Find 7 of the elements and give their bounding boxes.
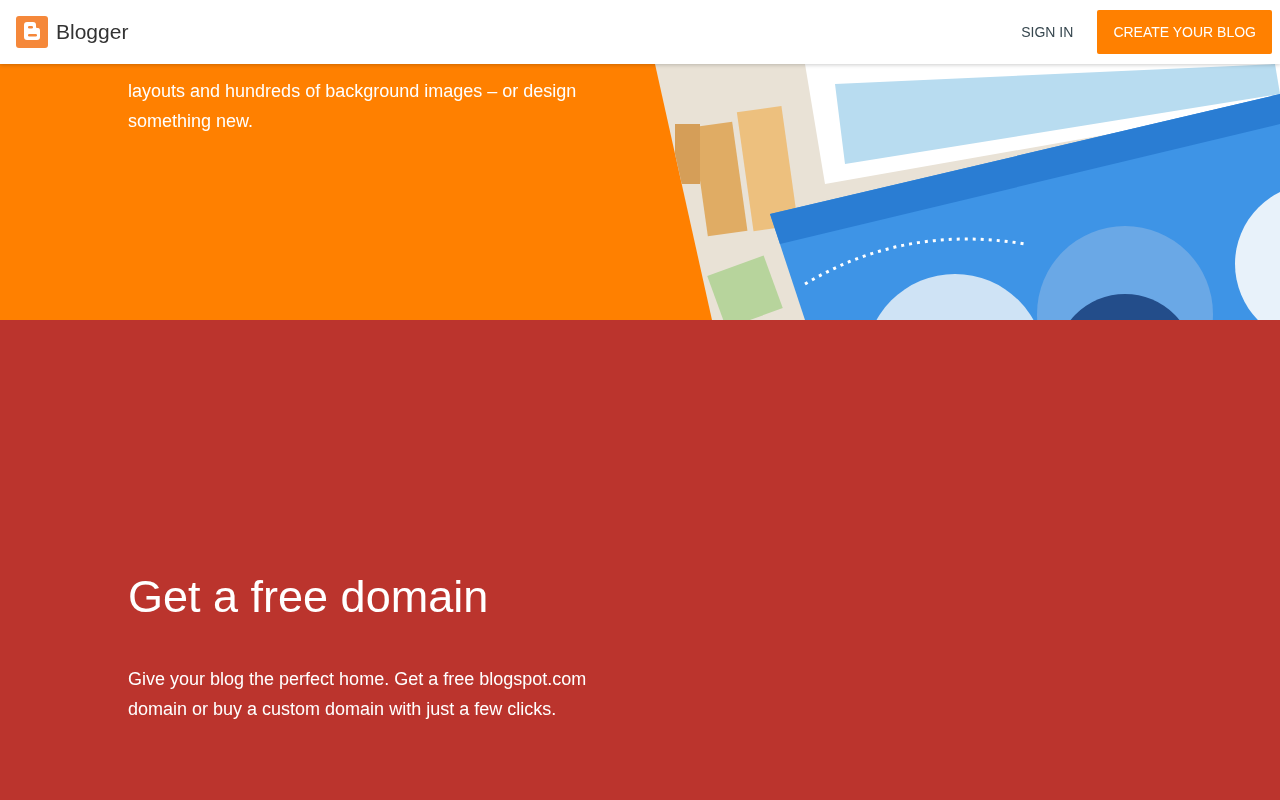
description-line: layouts and hundreds of background images – or design [128, 80, 578, 103]
description-line: something new. [128, 110, 255, 133]
section-description: Give your blog the perfect home. Get a free blogspot.com domain or buy a custom domain with just a few clicks. [128, 668, 588, 721]
logo-icon[interactable] [16, 16, 48, 48]
sign-in-link[interactable]: SIGN IN [1005, 13, 1090, 51]
logo-text[interactable]: Blogger [56, 16, 129, 48]
section-heading: Get a free domain [128, 570, 490, 624]
